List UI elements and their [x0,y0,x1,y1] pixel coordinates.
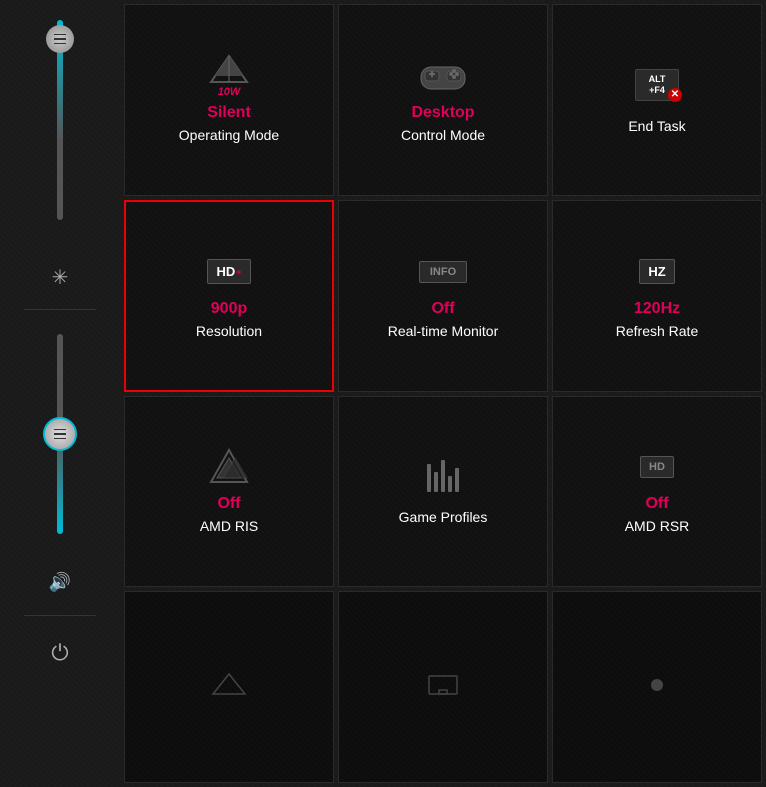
amd-rsr-value: Off [645,495,668,513]
power-icon[interactable]: ⏻ [51,640,68,666]
thumb-grip2 [54,429,66,440]
end-task-label: End Task [628,117,685,135]
tile-realtime-monitor[interactable]: INFO Off Real-time Monitor [338,200,548,392]
operating-mode-icon: 10W [202,56,256,96]
refresh-rate-value: 120Hz [634,300,680,318]
refresh-rate-label: Refresh Rate [616,322,698,340]
brightness-track [57,20,63,220]
tile-bottom-3[interactable] [552,591,762,783]
operating-mode-label: Operating Mode [179,126,279,144]
sidebar: ✳ 🔊 ⏻ [0,0,120,787]
control-mode-value: Desktop [411,104,474,122]
bottom-3-icon [630,665,684,705]
tile-operating-mode[interactable]: 10W Silent Operating Mode [124,4,334,196]
control-mode-label: Control Mode [401,126,485,144]
volume-slider-container [57,334,63,554]
amd-ris-icon [202,447,256,487]
resolution-value: 900p [211,300,247,318]
tile-amd-rsr[interactable]: HD Off AMD RSR [552,396,762,588]
brightness-icon: ✳ [52,265,69,290]
realtime-monitor-icon: INFO [416,252,470,292]
divider2 [24,615,96,616]
refresh-rate-icon: HZ [630,252,684,292]
thumb-grip [54,34,66,45]
tile-bottom-2[interactable] [338,591,548,783]
tile-control-mode[interactable]: Desktop Control Mode [338,4,548,196]
brightness-slider-container [57,20,63,240]
tile-resolution[interactable]: HD+ 900p Resolution [124,200,334,392]
tile-refresh-rate[interactable]: HZ 120Hz Refresh Rate [552,200,762,392]
operating-mode-value: Silent [207,104,251,122]
bottom-1-icon [202,665,256,705]
brightness-thumb[interactable] [46,25,74,53]
resolution-label: Resolution [196,322,262,340]
realtime-monitor-label: Real-time Monitor [388,322,498,340]
amd-rsr-label: AMD RSR [625,517,690,535]
tile-end-task[interactable]: ALT+F4 ✕ End Task [552,4,762,196]
bottom-2-icon [416,665,470,705]
amd-rsr-icon: HD [630,447,684,487]
volume-icon: 🔊 [49,572,71,593]
realtime-monitor-value: Off [431,300,454,318]
amd-ris-value: Off [217,495,240,513]
end-task-icon: ALT+F4 ✕ [630,65,684,105]
resolution-icon: HD+ [202,252,256,292]
volume-track [57,334,63,534]
game-profiles-label: Game Profiles [399,508,488,526]
tile-game-profiles[interactable]: Game Profiles [338,396,548,588]
tile-amd-ris[interactable]: Off AMD RIS [124,396,334,588]
divider1 [24,309,96,310]
main-grid: 10W Silent Operating Mode Desktop Contro… [120,0,766,787]
control-mode-icon [416,56,470,96]
tile-bottom-1[interactable] [124,591,334,783]
amd-ris-label: AMD RIS [200,517,258,535]
volume-thumb[interactable] [43,417,77,451]
game-profiles-icon [416,456,470,496]
